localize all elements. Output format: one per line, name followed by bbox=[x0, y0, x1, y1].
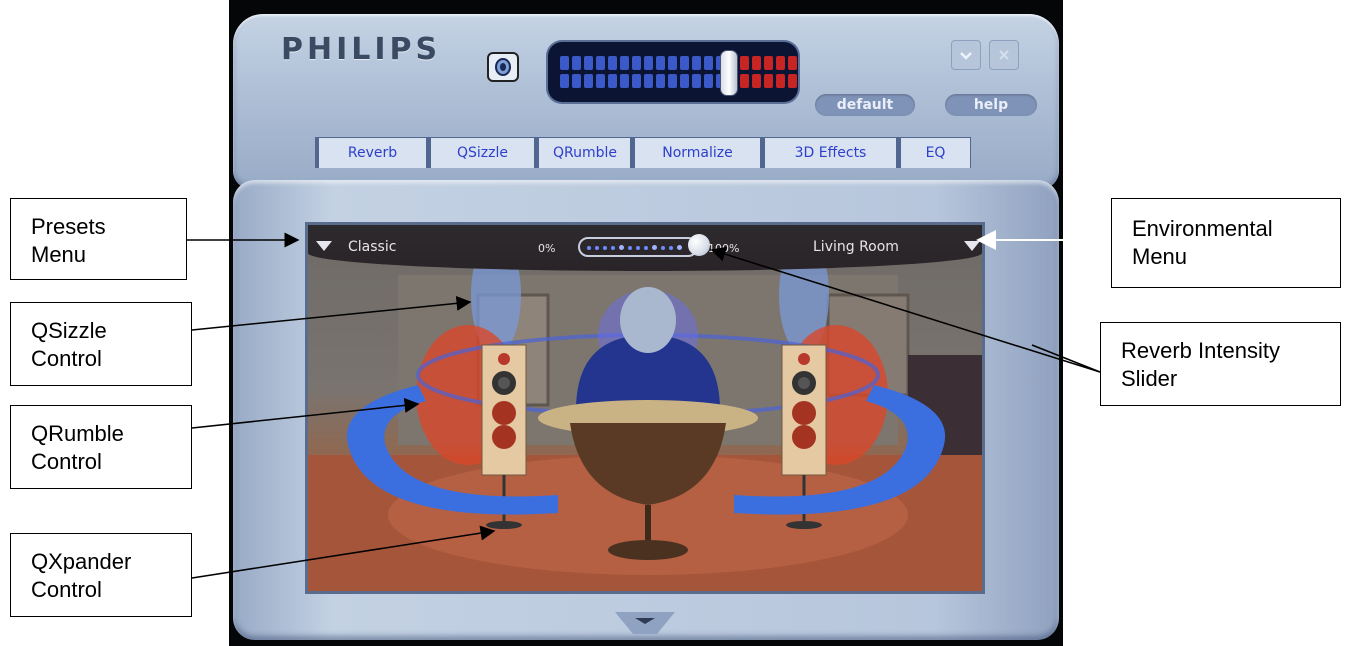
volume-segment bbox=[692, 74, 701, 88]
slider-dot bbox=[669, 245, 673, 250]
slider-dot bbox=[636, 245, 640, 250]
slider-dot bbox=[611, 245, 615, 250]
volume-segment bbox=[752, 74, 761, 88]
reverb-slider-track bbox=[587, 245, 682, 250]
volume-segment bbox=[740, 56, 749, 70]
callout-qxpander-control: QXpander Control bbox=[10, 533, 192, 617]
volume-segment bbox=[680, 74, 689, 88]
volume-segment bbox=[572, 74, 581, 88]
slider-dot bbox=[628, 245, 632, 250]
volume-segment bbox=[644, 74, 653, 88]
reverb-scene: Classic 0% 100% Living Room bbox=[305, 222, 985, 594]
volume-segment bbox=[584, 74, 593, 88]
volume-segment bbox=[788, 74, 797, 88]
callout-environmental-menu: Environmental Menu bbox=[1111, 198, 1341, 288]
callout-line: Menu bbox=[31, 242, 87, 267]
effects-tabs: Reverb QSizzle QRumble Normalize 3D Effe… bbox=[315, 137, 971, 168]
volume-segment bbox=[776, 74, 785, 88]
volume-segment bbox=[692, 56, 701, 70]
slider-dot bbox=[595, 245, 599, 250]
slider-dot bbox=[587, 245, 591, 250]
volume-segment bbox=[752, 56, 761, 70]
volume-segment bbox=[764, 74, 773, 88]
reverb-slider-handle[interactable] bbox=[688, 234, 710, 256]
slider-dot bbox=[661, 245, 665, 250]
volume-segment bbox=[668, 74, 677, 88]
minimize-icon bbox=[960, 52, 972, 60]
brand-logo: PHILIPS bbox=[281, 32, 442, 67]
volume-segment bbox=[560, 56, 569, 70]
callout-line: Environmental bbox=[1132, 216, 1273, 241]
volume-segment bbox=[608, 74, 617, 88]
callout-line: QSizzle bbox=[31, 318, 107, 343]
callout-line: Control bbox=[31, 577, 102, 602]
default-button[interactable]: default bbox=[815, 94, 915, 116]
volume-segment bbox=[620, 74, 629, 88]
help-button[interactable]: help bbox=[945, 94, 1037, 116]
volume-segment bbox=[740, 74, 749, 88]
close-button[interactable] bbox=[989, 40, 1019, 70]
tab-reverb[interactable]: Reverb bbox=[315, 137, 427, 168]
slider-dot bbox=[603, 245, 607, 250]
callout-qsizzle-control: QSizzle Control bbox=[10, 302, 192, 386]
volume-slider-handle[interactable] bbox=[720, 50, 738, 96]
slider-dot bbox=[677, 245, 682, 250]
minimize-button[interactable] bbox=[951, 40, 981, 70]
volume-segment bbox=[680, 56, 689, 70]
callout-line: QXpander bbox=[31, 549, 132, 574]
volume-segment bbox=[632, 56, 641, 70]
philips-audio-window: PHILIPS default help Reverb QSizzle QRum… bbox=[229, 0, 1063, 646]
speaker-icon bbox=[495, 58, 511, 76]
tab-normalize[interactable]: Normalize bbox=[631, 137, 761, 168]
callout-line: Menu bbox=[1132, 244, 1188, 269]
callout-line: Control bbox=[31, 346, 102, 371]
environment-value[interactable]: Living Room bbox=[813, 239, 899, 255]
volume-segment bbox=[608, 56, 617, 70]
reverb-intensity-slider[interactable] bbox=[578, 237, 698, 257]
volume-meter[interactable] bbox=[548, 42, 798, 102]
volume-segment bbox=[776, 56, 785, 70]
tab-qrumble[interactable]: QRumble bbox=[535, 137, 631, 168]
tab-3d-effects[interactable]: 3D Effects bbox=[761, 137, 897, 168]
reverb-max-label: 100% bbox=[708, 242, 740, 255]
mute-button[interactable] bbox=[487, 52, 519, 82]
volume-meter-row bbox=[560, 56, 797, 70]
room-illustration bbox=[308, 235, 982, 591]
callout-line: Control bbox=[31, 449, 102, 474]
volume-segment bbox=[572, 56, 581, 70]
tab-qsizzle[interactable]: QSizzle bbox=[427, 137, 535, 168]
tab-eq[interactable]: EQ bbox=[897, 137, 971, 168]
slider-dot bbox=[644, 245, 648, 250]
environment-menu-arrow[interactable] bbox=[964, 241, 980, 251]
volume-segment bbox=[704, 56, 713, 70]
volume-segment bbox=[644, 56, 653, 70]
reverb-min-label: 0% bbox=[538, 242, 556, 255]
close-icon bbox=[999, 50, 1009, 60]
volume-segment bbox=[764, 56, 773, 70]
preset-value[interactable]: Classic bbox=[348, 239, 396, 255]
volume-segment bbox=[620, 56, 629, 70]
callout-line: QRumble bbox=[31, 421, 124, 446]
callout-qrumble-control: QRumble Control bbox=[10, 405, 192, 489]
volume-segment bbox=[560, 74, 569, 88]
volume-segment bbox=[668, 56, 677, 70]
slider-dot bbox=[619, 245, 624, 250]
callout-presets-menu: Presets Menu bbox=[10, 198, 187, 280]
volume-segment bbox=[704, 74, 713, 88]
volume-meter-row bbox=[560, 74, 797, 88]
callout-line: Presets bbox=[31, 214, 106, 239]
callout-line: Slider bbox=[1121, 366, 1178, 391]
presets-menu-arrow[interactable] bbox=[316, 241, 332, 251]
volume-segment bbox=[788, 56, 797, 70]
callout-reverb-intensity-slider: Reverb Intensity Slider bbox=[1100, 322, 1341, 406]
slider-dot bbox=[652, 245, 657, 250]
volume-segment bbox=[656, 74, 665, 88]
volume-segment bbox=[632, 74, 641, 88]
volume-segment bbox=[584, 56, 593, 70]
volume-segment bbox=[596, 74, 605, 88]
volume-segment bbox=[596, 56, 605, 70]
callout-line: Reverb Intensity bbox=[1121, 338, 1280, 363]
volume-segment bbox=[656, 56, 665, 70]
